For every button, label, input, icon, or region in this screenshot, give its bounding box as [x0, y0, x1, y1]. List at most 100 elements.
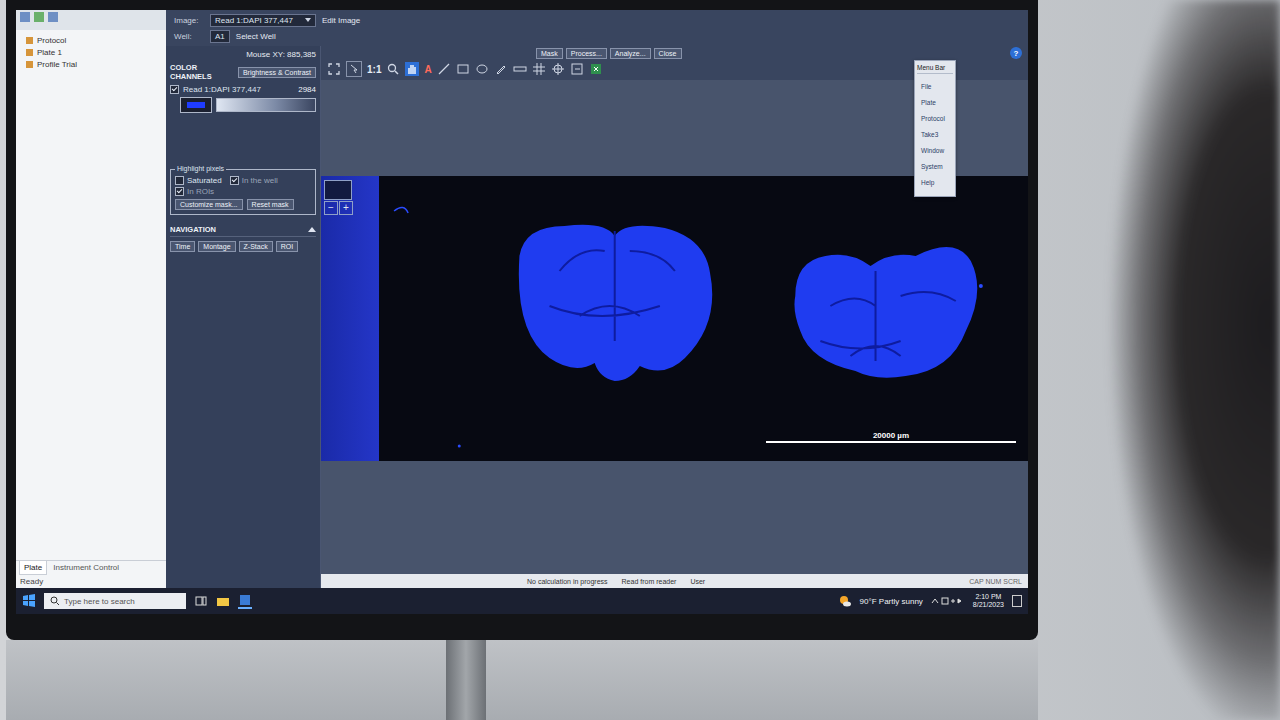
system-tray-icons[interactable]: [931, 596, 965, 606]
highlight-option[interactable]: Saturated: [175, 176, 222, 185]
menu-item[interactable]: System: [917, 163, 953, 170]
pan-hand-icon[interactable]: [405, 62, 419, 76]
ruler-icon[interactable]: [513, 62, 527, 76]
text-tool-button[interactable]: A: [424, 64, 431, 75]
left-toolbar: [16, 10, 166, 30]
search-icon: [50, 596, 60, 606]
highlight-option[interactable]: In the well: [230, 176, 278, 185]
mask-button[interactable]: Reset mask: [247, 199, 294, 210]
file-explorer-icon[interactable]: [216, 594, 230, 608]
tab[interactable]: Instrument Control: [49, 561, 123, 575]
image-select[interactable]: Read 1:DAPI 377,447: [210, 14, 316, 27]
well-row: Well:A1Select Well: [174, 30, 1020, 43]
side-panel: Mouse XY: 885,385 COLOR CHANNELSBrightnes…: [166, 46, 321, 588]
image-header: Image:Read 1:DAPI 377,447Edit ImageWell:…: [166, 10, 1028, 46]
zoom-icon[interactable]: [386, 62, 400, 76]
toolbar-button[interactable]: Analyze...: [610, 48, 651, 59]
fit-icon[interactable]: [327, 62, 341, 76]
rectangle-icon[interactable]: [456, 62, 470, 76]
checkbox[interactable]: [175, 187, 184, 196]
navigation-header[interactable]: NAVIGATION: [170, 225, 316, 237]
clock[interactable]: 2:10 PM8/21/2023: [973, 593, 1004, 610]
ellipse-icon[interactable]: [475, 62, 489, 76]
pointer-icon[interactable]: [346, 61, 362, 77]
weather[interactable]: 90°F Partly sunny: [860, 597, 923, 606]
weather-sun-icon: [838, 594, 852, 608]
image-body: Mouse XY: 885,385 COLOR CHANNELSBrightnes…: [166, 46, 1028, 588]
task-view-icon[interactable]: [194, 594, 208, 608]
actual-size-button[interactable]: 1:1: [367, 64, 381, 75]
mouse-position: Mouse XY: 885,385: [170, 50, 316, 59]
monitor-stand: [446, 640, 486, 720]
toolbar-button[interactable]: Mask: [536, 48, 563, 59]
brightness-contrast-button[interactable]: Brightness & Contrast: [238, 67, 316, 78]
menu-item[interactable]: File: [917, 83, 953, 90]
photo-scene: ProtocolPlate 1Profile TrialPlateInstrum…: [0, 0, 1280, 720]
person-blur: [1038, 0, 1280, 720]
collapse-icon: [308, 227, 316, 232]
folder-icon: [26, 61, 33, 68]
zoom-button[interactable]: +: [339, 201, 353, 215]
image-window: Image:Read 1:DAPI 377,447Edit ImageWell:…: [166, 10, 1028, 588]
toolbar-icon[interactable]: [34, 12, 44, 22]
left-status: Ready: [16, 575, 166, 588]
app-taskbar-icon[interactable]: [238, 593, 252, 609]
zoom-controls: −+: [324, 180, 353, 215]
mask-button[interactable]: Customize mask...: [175, 199, 243, 210]
dropdown-icon: [305, 18, 311, 22]
menu-item[interactable]: Help: [917, 179, 953, 186]
toolbar-button[interactable]: Close: [654, 48, 682, 59]
navigation-button[interactable]: Montage: [198, 241, 235, 252]
line-icon[interactable]: [437, 62, 451, 76]
tree-item[interactable]: Plate 1: [20, 48, 162, 57]
pen-icon[interactable]: [494, 62, 508, 76]
channel-histogram[interactable]: [216, 98, 316, 112]
tab[interactable]: Plate: [19, 561, 47, 575]
select-well-link[interactable]: Select Well: [236, 32, 276, 41]
navigation-button[interactable]: Z-Stack: [239, 241, 273, 252]
export-icon[interactable]: [570, 62, 584, 76]
monitor-column: ProtocolPlate 1Profile TrialPlateInstrum…: [0, 0, 1038, 720]
image-edge-strip: [321, 176, 379, 461]
menu-item[interactable]: Protocol: [917, 115, 953, 122]
toolbar-icon[interactable]: [48, 12, 58, 22]
scale-bar: 20000 µm: [766, 431, 1016, 443]
tree: Protocol Plate 1 Profile Trial: [16, 30, 166, 75]
color-channels-header: COLOR CHANNELSBrightness & Contrast: [170, 63, 316, 81]
monitor: ProtocolPlate 1Profile TrialPlateInstrum…: [6, 0, 1038, 640]
folder-icon: [26, 49, 33, 56]
tree-item[interactable]: Protocol: [20, 36, 162, 45]
channel-checkbox[interactable]: [170, 85, 179, 94]
highlight-option[interactable]: In ROIs: [175, 187, 214, 196]
notification-icon[interactable]: [1012, 595, 1022, 607]
grid-icon[interactable]: [532, 62, 546, 76]
screen: ProtocolPlate 1Profile TrialPlateInstrum…: [16, 10, 1028, 614]
crosshair-icon[interactable]: [551, 62, 565, 76]
tree-item[interactable]: Profile Trial: [20, 60, 162, 69]
zoom-button[interactable]: −: [324, 201, 338, 215]
navigation-buttons: TimeMontage Z-StackROI: [170, 241, 316, 252]
menu-item[interactable]: Take3: [917, 131, 953, 138]
well-field[interactable]: A1: [210, 30, 230, 43]
windows-start-icon[interactable]: [22, 594, 36, 608]
channel-swatch[interactable]: [180, 97, 212, 113]
toolbar-icon[interactable]: [20, 12, 30, 22]
channel: Read 1:DAPI 377,4472984: [170, 85, 316, 113]
overview-thumbnail[interactable]: [324, 180, 352, 200]
menu-item[interactable]: Window: [917, 147, 953, 154]
checkbox[interactable]: [175, 176, 184, 185]
image-viewer[interactable]: −+20000 µm: [321, 176, 1028, 461]
menu-item[interactable]: Plate: [917, 99, 953, 106]
excel-icon[interactable]: [589, 62, 603, 76]
checkbox[interactable]: [230, 176, 239, 185]
navigation-button[interactable]: Time: [170, 241, 195, 252]
navigation-button[interactable]: ROI: [276, 241, 298, 252]
desktop: ProtocolPlate 1Profile TrialPlateInstrum…: [16, 10, 1028, 588]
toolbar-button[interactable]: Process...: [566, 48, 607, 59]
taskbar-search[interactable]: Type here to search: [44, 593, 186, 609]
menu-bar-window[interactable]: Menu BarFilePlateProtocolTake3WindowSyst…: [914, 60, 956, 197]
edit-image-link[interactable]: Edit Image: [322, 16, 360, 25]
desk: [6, 640, 1038, 720]
brain-section-image: [379, 176, 1028, 461]
help-button[interactable]: ?: [1010, 47, 1022, 59]
